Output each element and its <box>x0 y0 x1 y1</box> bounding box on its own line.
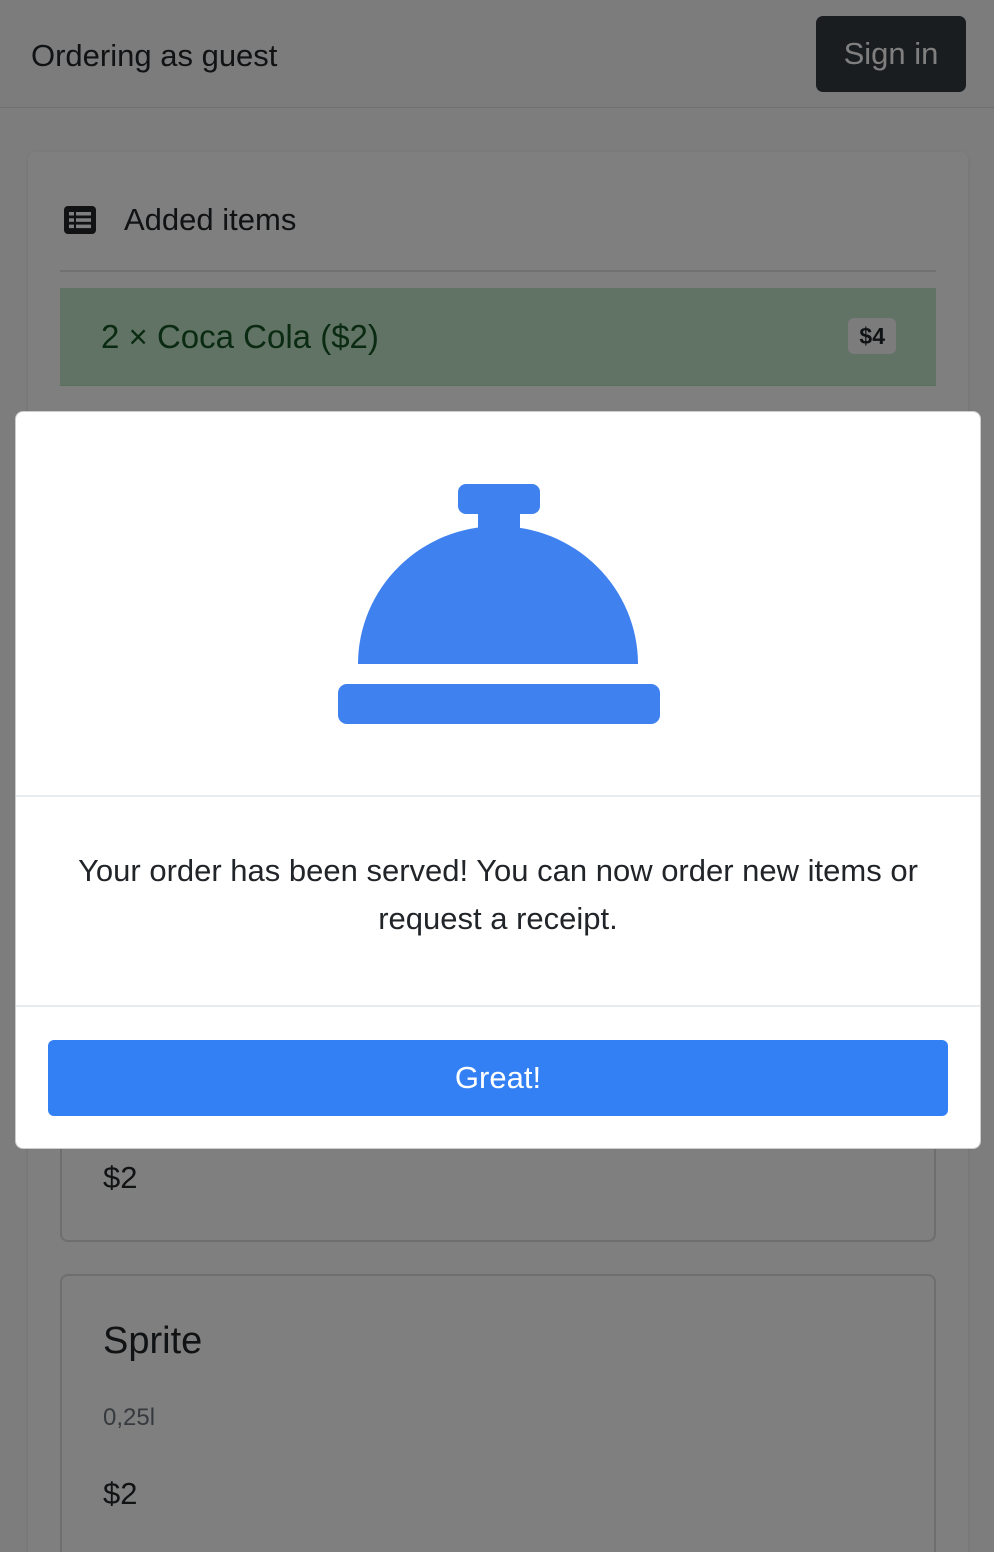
great-button[interactable]: Great! <box>48 1040 948 1116</box>
concierge-bell-icon <box>338 484 660 726</box>
order-served-modal: Your order has been served! You can now … <box>15 411 981 1149</box>
modal-message: Your order has been served! You can now … <box>78 853 918 936</box>
modal-body: Your order has been served! You can now … <box>16 797 980 1007</box>
modal-header <box>16 412 980 797</box>
